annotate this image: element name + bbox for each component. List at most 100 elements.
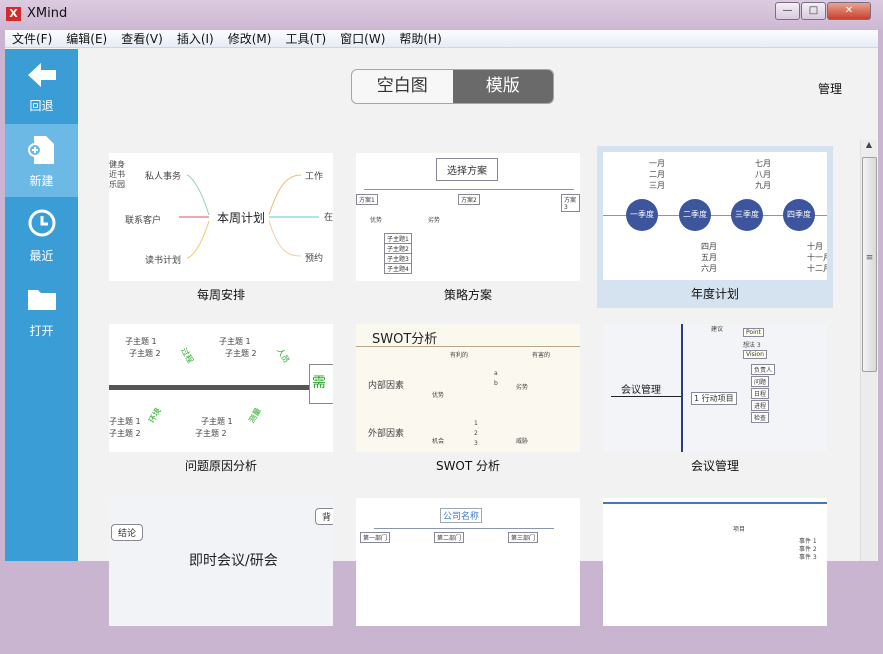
sidebar-label: 回退	[29, 99, 54, 113]
close-icon[interactable]: ✕	[827, 2, 871, 20]
window-title: XMind	[27, 6, 68, 21]
node: 子主题 1	[201, 417, 233, 426]
template-label: 策略方案	[443, 288, 492, 302]
node: 劣势	[516, 384, 529, 391]
menu-help[interactable]: 帮助(H)	[399, 30, 441, 47]
template-card-strategy[interactable]: 选择方案 方案1 方案2 方案3 优势 劣势 子主题1 子主题2 子主题3 子主…	[350, 147, 586, 309]
menu-file[interactable]: 文件(F)	[12, 30, 52, 47]
node: 子主题 2	[225, 349, 257, 358]
node: 1 行动项目	[691, 392, 737, 405]
node: 有利的	[450, 352, 469, 359]
xmind-logo-icon: X	[6, 7, 21, 21]
node: 威胁	[516, 438, 529, 445]
back-arrow-icon	[28, 63, 56, 87]
node: 过程	[179, 346, 195, 365]
node: 子主题 2	[195, 429, 227, 438]
manage-link[interactable]: 管理	[818, 80, 842, 97]
tab-blank-map[interactable]: 空白图	[352, 70, 453, 103]
sidebar-item-open[interactable]: 打开	[5, 274, 78, 347]
quarter-node: 一季度	[626, 199, 658, 231]
node: 优势	[432, 392, 445, 399]
template-thumbnail: 项目 事件 1 事件 2 事件 3	[603, 498, 827, 626]
node: 子主题4	[384, 263, 412, 274]
maximize-icon[interactable]: □	[801, 2, 826, 20]
tab-templates[interactable]: 模版	[452, 70, 553, 103]
node: 想法 3	[743, 342, 761, 349]
template-thumbnail: 本周计划 私人事务 工作 联系客户 读书计划 预约 健身 近书 乐园 在	[109, 153, 333, 281]
node: 即时会议/研会	[189, 553, 278, 569]
menu-edit[interactable]: 编辑(E)	[66, 30, 107, 47]
template-label: 问题原因分析	[184, 459, 257, 473]
month: 九月	[755, 181, 771, 190]
node: 子主题 1	[109, 417, 141, 426]
node: 检查	[751, 412, 770, 423]
node: 子主题 1	[219, 337, 251, 346]
menu-tools[interactable]: 工具(T)	[285, 30, 326, 47]
node: 会议管理	[621, 385, 661, 396]
month: 十一月	[807, 253, 827, 262]
node: 环境	[147, 406, 163, 425]
node: 公司名称	[440, 508, 483, 523]
node: 建议	[711, 326, 724, 333]
template-card-org[interactable]: 公司名称 第一部门 第二部门 第三部门	[350, 492, 586, 654]
sidebar-item-back[interactable]: 回退	[5, 49, 78, 122]
sidebar-item-new[interactable]: 新建	[5, 124, 78, 197]
menu-window[interactable]: 窗口(W)	[340, 30, 385, 47]
node: 2	[474, 430, 478, 437]
node: a	[494, 370, 498, 377]
node: 进程	[751, 400, 770, 411]
node: 子主题 2	[129, 349, 161, 358]
template-thumbnail: 公司名称 第一部门 第二部门 第三部门	[356, 498, 580, 626]
node: 优势	[370, 217, 383, 224]
new-file-icon	[28, 136, 54, 164]
node: 问题	[751, 376, 770, 387]
month: 二月	[649, 170, 665, 179]
template-card-weekly[interactable]: 本周计划 私人事务 工作 联系客户 读书计划 预约 健身 近书 乐园 在 每周安…	[103, 147, 339, 309]
scrollbar-thumb[interactable]: ≡	[862, 157, 877, 372]
menu-modify[interactable]: 修改(M)	[228, 30, 272, 47]
scroll-up-icon[interactable]: ▲	[861, 140, 877, 149]
template-card-project[interactable]: 项目 事件 1 事件 2 事件 3	[597, 492, 833, 654]
node: 机会	[432, 438, 445, 445]
template-card-meeting-notes[interactable]: 结论 背 即时会议/研会	[103, 492, 339, 654]
template-card-meeting[interactable]: 会议管理 建议 想法 3 Vision Point 1 行动项目 负责人 问题 …	[597, 318, 833, 480]
template-thumbnail: 结论 背 即时会议/研会	[109, 498, 333, 626]
node: 方案1	[356, 194, 378, 205]
menu-bar: 文件(F) 编辑(E) 查看(V) 插入(I) 修改(M) 工具(T) 窗口(W…	[5, 30, 878, 48]
node: 外部因素	[368, 429, 405, 439]
node: 测量	[247, 406, 263, 425]
mode-switch: 空白图 模版	[351, 69, 554, 104]
node: b	[494, 380, 498, 387]
node: Point	[743, 328, 764, 337]
node: 子主题 2	[109, 429, 141, 438]
template-label: SWOT 分析	[435, 459, 501, 473]
month: 一月	[649, 159, 665, 168]
clock-icon	[28, 209, 56, 237]
node: 方案2	[458, 194, 480, 205]
branch-lines	[179, 174, 319, 259]
sidebar-item-recent[interactable]: 最近	[5, 199, 78, 272]
template-card-annual[interactable]: 一季度 二季度 三季度 四季度 一月 二月 三月 四月 五月 六月 七月 八月 …	[597, 146, 833, 308]
folder-icon	[28, 290, 56, 310]
node: 3	[474, 440, 478, 447]
menu-view[interactable]: 查看(V)	[121, 30, 163, 47]
template-card-cause[interactable]: 需 子主题 1 子主题 2 子主题 1 子主题 2 过程 人员 子主题 1 子主…	[103, 318, 339, 480]
quarter-node: 三季度	[731, 199, 763, 231]
node: 内部因素	[368, 381, 405, 391]
node: SWOT分析	[372, 332, 438, 347]
quarter-node: 四季度	[783, 199, 815, 231]
minimize-icon[interactable]: —	[775, 2, 800, 20]
node: 人员	[275, 346, 291, 365]
month: 七月	[755, 159, 771, 168]
sidebar-label: 打开	[29, 324, 54, 338]
vertical-scrollbar[interactable]: ▲ ≡	[860, 140, 877, 561]
node: 事件 3	[799, 554, 817, 561]
node: 有害的	[532, 352, 551, 359]
menu-insert[interactable]: 插入(I)	[177, 30, 214, 47]
node: 1	[474, 420, 478, 427]
template-thumbnail: 会议管理 建议 想法 3 Vision Point 1 行动项目 负责人 问题 …	[603, 324, 827, 452]
template-card-swot[interactable]: SWOT分析 有利的 有害的 内部因素 外部因素 优势 劣势 机会 威胁 a b…	[350, 318, 586, 480]
template-label: 每周安排	[196, 288, 245, 302]
node: 劣势	[428, 217, 441, 224]
node: 日程	[751, 388, 770, 399]
